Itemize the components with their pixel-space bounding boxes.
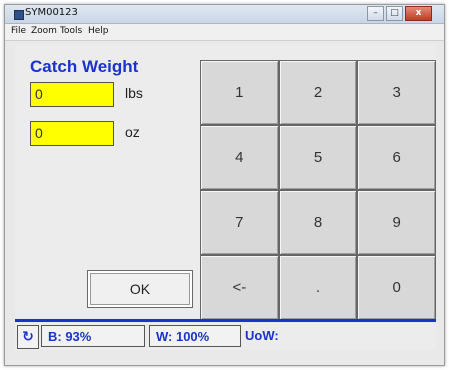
- oz-input[interactable]: 0: [30, 121, 114, 146]
- key-8[interactable]: 8: [279, 191, 357, 254]
- maximize-button[interactable]: □: [386, 6, 403, 21]
- app-window: SYM00123 – □ x File Zoom Tools Help Catc…: [4, 4, 445, 366]
- battery-status: B: 93%: [41, 325, 145, 347]
- key-3[interactable]: 3: [358, 61, 435, 124]
- key-0[interactable]: 0: [358, 256, 435, 319]
- menu-zoom[interactable]: Zoom: [31, 26, 57, 36]
- key-decimal[interactable]: .: [279, 256, 357, 319]
- key-backspace[interactable]: <-: [201, 256, 278, 319]
- ok-button[interactable]: OK: [87, 270, 193, 308]
- menu-file[interactable]: File: [11, 26, 26, 36]
- key-7[interactable]: 7: [201, 191, 278, 254]
- status-divider: [15, 319, 436, 322]
- lbs-input[interactable]: 0: [30, 82, 114, 107]
- close-button[interactable]: x: [405, 6, 432, 21]
- catch-weight-title: Catch Weight: [30, 57, 139, 76]
- key-6[interactable]: 6: [358, 126, 435, 189]
- menu-help[interactable]: Help: [88, 26, 109, 36]
- refresh-icon[interactable]: ↻: [17, 325, 39, 349]
- key-1[interactable]: 1: [201, 61, 278, 124]
- window-controls: – □ x: [367, 6, 432, 21]
- key-5[interactable]: 5: [279, 126, 357, 189]
- numeric-keypad: 1 2 3 4 5 6 7 8 9 <- . 0: [200, 60, 436, 320]
- app-icon: [14, 10, 24, 20]
- lbs-unit-label: lbs: [125, 85, 143, 101]
- menu-bar: File Zoom Tools Help: [5, 24, 444, 41]
- oz-unit-label: oz: [125, 124, 140, 140]
- menu-tools[interactable]: Tools: [60, 26, 82, 36]
- uow-status: UoW:: [245, 328, 279, 343]
- minimize-button[interactable]: –: [367, 6, 384, 21]
- title-bar: SYM00123 – □ x: [5, 5, 444, 24]
- window-title: SYM00123: [25, 7, 78, 18]
- key-4[interactable]: 4: [201, 126, 278, 189]
- status-bar: ↻ B: 93% W: 100% UoW:: [15, 323, 436, 350]
- main-content: Catch Weight 0 lbs 0 oz OK 1 2 3 4 5 6 7…: [15, 45, 436, 320]
- wifi-status: W: 100%: [149, 325, 241, 347]
- key-2[interactable]: 2: [279, 61, 357, 124]
- key-9[interactable]: 9: [358, 191, 435, 254]
